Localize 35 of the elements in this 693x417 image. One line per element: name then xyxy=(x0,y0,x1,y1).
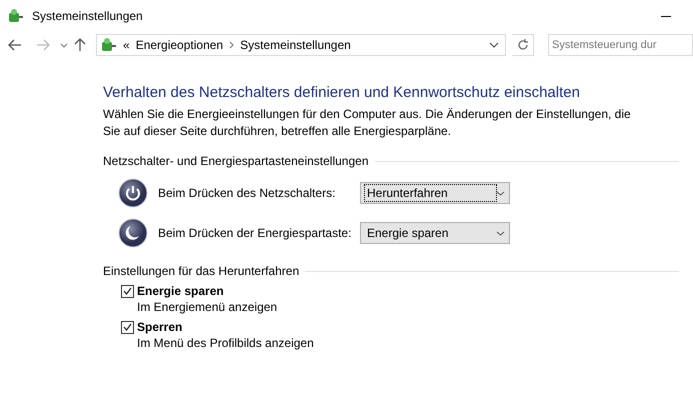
refresh-icon xyxy=(516,39,528,51)
chevron-right-icon xyxy=(229,41,234,49)
chevron-down-icon xyxy=(496,230,505,236)
setting-label: Beim Drücken des Netzschalters: xyxy=(158,186,336,200)
window-title: Systemeinstellungen xyxy=(32,9,143,23)
breadcrumb[interactable]: Energieoptionen xyxy=(136,38,224,52)
checkbox[interactable] xyxy=(121,320,134,334)
checkmark-icon xyxy=(123,323,132,331)
search-field[interactable]: Systemsteuerung dur xyxy=(548,34,693,56)
setting-label: Beim Drücken der Energiespartaste: xyxy=(158,226,352,240)
section-title: Einstellungen für das Herunterfahren xyxy=(103,264,300,278)
overflow-chevron[interactable]: « xyxy=(123,38,130,52)
power-icon xyxy=(118,178,148,208)
checkmark-icon xyxy=(123,287,132,295)
page-heading: Verhalten des Netzschalters definieren und Kennwortschutz einschalten xyxy=(103,84,581,101)
moon-icon xyxy=(118,218,148,248)
description-text: Wählen Sie die Energieeinstellungen für den Computer aus. Die Änderungen der Einstellungen, die Sie auf dieser Seite durchführen, betreffen alle Energiesparpläne. xyxy=(103,106,632,140)
chevron-down-icon[interactable] xyxy=(489,42,499,48)
power-plug-icon xyxy=(101,37,117,53)
back-arrow-icon[interactable] xyxy=(8,39,22,51)
checkbox[interactable] xyxy=(121,284,134,298)
dropdown[interactable]: Energie sparen xyxy=(360,222,510,244)
option-description: Im Menü des Profilbilds anzeigen xyxy=(137,336,315,350)
option-label: Energie sparen xyxy=(137,284,224,298)
option-label: Sperren xyxy=(137,320,182,334)
option-description: Im Energiemenü anzeigen xyxy=(137,300,278,314)
section-title: Netzschalter- und Energiespartasteneinstellungen xyxy=(103,154,368,168)
up-arrow-icon[interactable] xyxy=(74,38,86,52)
chevron-down-icon xyxy=(496,190,505,196)
breadcrumb[interactable]: Systemeinstellungen xyxy=(240,38,351,52)
chevron-down-icon[interactable] xyxy=(60,42,68,48)
address-bar[interactable]: « Energieoptionen Systemeinstellungen xyxy=(96,34,506,56)
refresh-button[interactable] xyxy=(512,34,534,56)
dropdown[interactable]: Herunterfahren xyxy=(360,182,510,204)
power-plug-icon xyxy=(8,8,24,24)
